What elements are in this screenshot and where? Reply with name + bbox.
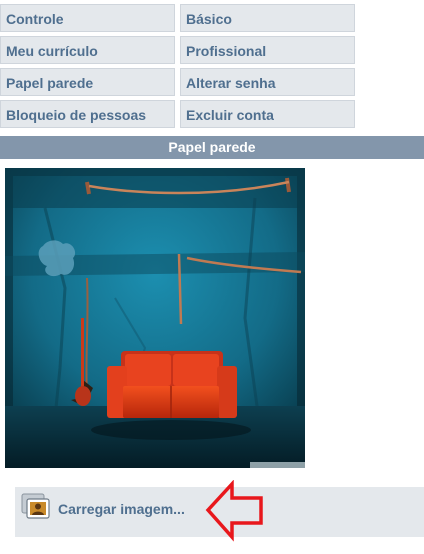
upload-image-button[interactable]: Carregar imagem... (20, 492, 185, 527)
menu-item-alterar-senha[interactable]: Alterar senha (180, 68, 355, 96)
menu-item-basico[interactable]: Básico (180, 4, 355, 32)
upload-image-label: Carregar imagem... (58, 501, 185, 517)
menu-item-bloqueio-de-pessoas[interactable]: Bloqueio de pessoas (0, 100, 175, 128)
left-arrow-annotation-icon (205, 480, 263, 542)
section-title: Papel parede (168, 139, 256, 155)
menu-item-papel-parede[interactable]: Papel parede (0, 68, 175, 96)
wallpaper-preview-image (5, 168, 305, 468)
menu-item-meu-curriculo[interactable]: Meu currículo (0, 36, 175, 64)
menu-item-profissional[interactable]: Profissional (180, 36, 355, 64)
menu-item-excluir-conta[interactable]: Excluir conta (180, 100, 355, 128)
photo-gallery-icon (20, 492, 52, 527)
section-title-bar: Papel parede (0, 136, 424, 159)
menu-item-controle[interactable]: Controle (0, 4, 175, 32)
